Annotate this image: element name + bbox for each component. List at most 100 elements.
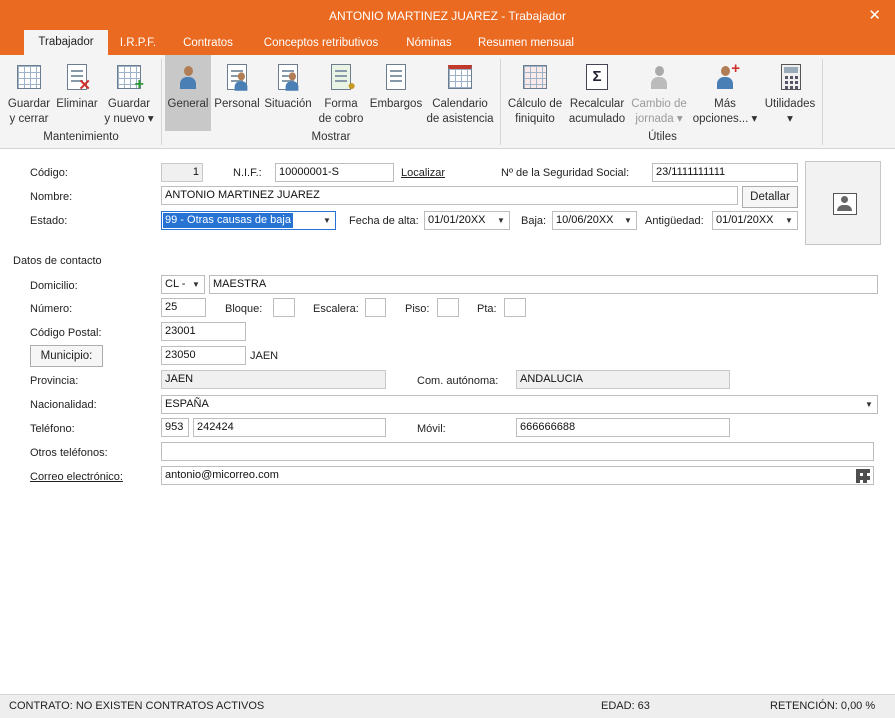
guardar-nuevo-label2: y nuevo ▾	[104, 113, 154, 125]
nombre-label: Nombre:	[30, 191, 73, 203]
payment-icon: ●	[326, 62, 356, 94]
window-title: ANTONIO MARTINEZ JUAREZ - Trabajador	[329, 9, 566, 23]
fecha-alta-field[interactable]: 01/01/20XX ▼	[424, 211, 510, 230]
utilidades-button[interactable]: Utilidades ▾	[762, 55, 818, 131]
domicilio-tipo-select[interactable]: CL - ▼	[161, 275, 205, 294]
mas-opciones-label: Más	[714, 98, 736, 110]
otros-telefonos-label: Otros teléfonos:	[30, 447, 108, 459]
eliminar-label: Eliminar	[56, 98, 98, 110]
calendar-icon	[445, 62, 475, 94]
chevron-down-icon[interactable]: ▼	[620, 212, 636, 229]
worker-situation-icon	[273, 62, 303, 94]
municipio-code-field[interactable]: 23050	[161, 346, 246, 365]
antiguedad-label: Antigüedad:	[645, 215, 704, 227]
utilidades-label2: ▾	[787, 113, 793, 125]
movil-label: Móvil:	[417, 423, 446, 435]
tab-trabajador[interactable]: Trabajador	[24, 30, 108, 55]
escalera-label: Escalera:	[313, 303, 359, 315]
personal-button[interactable]: Personal	[213, 55, 261, 131]
mas-opciones-label2: opciones... ▾	[692, 113, 758, 125]
calendario-asistencia-button[interactable]: Calendario de asistencia	[426, 55, 494, 131]
domicilio-label: Domicilio:	[30, 280, 78, 292]
fecha-alta-value: 01/01/20XX	[428, 214, 486, 226]
pta-field[interactable]	[504, 298, 526, 317]
estado-select[interactable]: 99 - Otras causas de baja ▼	[161, 211, 336, 230]
mas-opciones-button[interactable]: + Más opciones... ▾	[690, 55, 760, 131]
calculo-finiquito-button[interactable]: Cálculo de finiquito	[505, 55, 565, 131]
ribbon-separator	[500, 59, 501, 145]
finiquito-label2: finiquito	[515, 113, 555, 125]
baja-field[interactable]: 10/06/20XX ▼	[552, 211, 637, 230]
tab-resumen-mensual[interactable]: Resumen mensual	[470, 31, 582, 55]
numero-field[interactable]: 25	[161, 298, 206, 317]
embargos-label: Embargos	[369, 98, 423, 110]
calendario-label: Calendario	[432, 98, 488, 110]
tab-contratos[interactable]: Contratos	[172, 31, 244, 55]
antiguedad-field[interactable]: 01/01/20XX ▼	[712, 211, 798, 230]
utilidades-label: Utilidades	[764, 98, 816, 110]
chevron-down-icon[interactable]: ▼	[781, 212, 797, 229]
localizar-link[interactable]: Localizar	[401, 167, 445, 179]
telefono-prefix-field[interactable]: 953	[161, 418, 189, 437]
qr-code-icon[interactable]	[856, 469, 870, 483]
tab-nominas[interactable]: Nóminas	[398, 31, 460, 55]
domicilio-field[interactable]: MAESTRA	[209, 275, 878, 294]
guardar-nuevo-button[interactable]: + Guardar y nuevo ▾	[100, 55, 158, 131]
recalcular-acumulado-button[interactable]: Σ Recalcular acumulado	[567, 55, 627, 131]
fecha-alta-label: Fecha de alta:	[349, 215, 419, 227]
antiguedad-value: 01/01/20XX	[716, 214, 774, 226]
forma-cobro-label2: de cobro	[318, 113, 364, 125]
nif-label: N.I.F.:	[233, 167, 262, 179]
seguridad-social-label: Nº de la Seguridad Social:	[501, 167, 630, 179]
seizure-icon	[381, 62, 411, 94]
guardar-cerrar-button[interactable]: Guardar y cerrar	[4, 55, 54, 131]
codigo-postal-field[interactable]: 23001	[161, 322, 246, 341]
detallar-button[interactable]: Detallar	[742, 186, 798, 208]
codigo-field[interactable]: 1	[161, 163, 203, 182]
movil-field[interactable]: 666666688	[516, 418, 730, 437]
nif-field[interactable]: 10000001-S	[275, 163, 394, 182]
correo-electronico-link[interactable]: Correo electrónico:	[30, 471, 123, 483]
seguridad-social-field[interactable]: 23/1111111111	[652, 163, 798, 182]
codigo-label: Código:	[30, 167, 68, 179]
nombre-field[interactable]: ANTONIO MARTINEZ JUAREZ	[161, 186, 738, 205]
tab-conceptos-retributivos[interactable]: Conceptos retributivos	[252, 31, 390, 55]
retencion-status: RETENCIÓN: 0,00 %	[770, 700, 876, 712]
telefono-field[interactable]: 242424	[193, 418, 386, 437]
nacionalidad-select[interactable]: ESPAÑA ▼	[161, 395, 878, 414]
provincia-label: Provincia:	[30, 375, 79, 387]
telefono-label: Teléfono:	[30, 423, 75, 435]
situacion-label: Situación	[264, 98, 312, 110]
calendario-label2: de asistencia	[426, 113, 494, 125]
eliminar-button[interactable]: ✕ Eliminar	[54, 55, 100, 131]
more-options-icon: +	[710, 61, 740, 94]
chevron-down-icon[interactable]: ▼	[319, 212, 335, 229]
chevron-down-icon[interactable]: ▼	[861, 396, 877, 413]
embargos-button[interactable]: Embargos	[368, 55, 424, 131]
municipio-button[interactable]: Municipio:	[30, 345, 103, 367]
forma-cobro-button[interactable]: ● Forma de cobro	[317, 55, 365, 131]
cambio-jornada-button[interactable]: Cambio de jornada ▾	[629, 55, 689, 131]
guardar-nuevo-label: Guardar	[107, 98, 151, 110]
group-mantenimiento: Mantenimiento	[43, 131, 119, 143]
worker-general-icon	[173, 62, 203, 94]
chevron-down-icon[interactable]: ▼	[188, 276, 204, 293]
nacionalidad-label: Nacionalidad:	[30, 399, 97, 411]
pta-label: Pta:	[477, 303, 497, 315]
tab-irpf[interactable]: I.R.P.F.	[112, 31, 164, 55]
piso-field[interactable]	[437, 298, 459, 317]
situacion-button[interactable]: Situación	[262, 55, 314, 131]
estado-value: 99 - Otras causas de baja	[163, 213, 293, 228]
escalera-field[interactable]	[365, 298, 386, 317]
bloque-field[interactable]	[273, 298, 295, 317]
numero-label: Número:	[30, 303, 73, 315]
close-icon[interactable]: ✕	[868, 6, 881, 24]
recalcular-label2: acumulado	[568, 113, 626, 125]
correo-electronico-field[interactable]: antonio@micorreo.com	[161, 466, 874, 485]
bloque-label: Bloque:	[225, 303, 263, 315]
chevron-down-icon[interactable]: ▼	[493, 212, 509, 229]
otros-telefonos-field[interactable]	[161, 442, 874, 461]
group-utiles: Útiles	[648, 131, 677, 143]
general-button[interactable]: General	[165, 55, 211, 131]
photo-placeholder[interactable]	[805, 161, 881, 245]
